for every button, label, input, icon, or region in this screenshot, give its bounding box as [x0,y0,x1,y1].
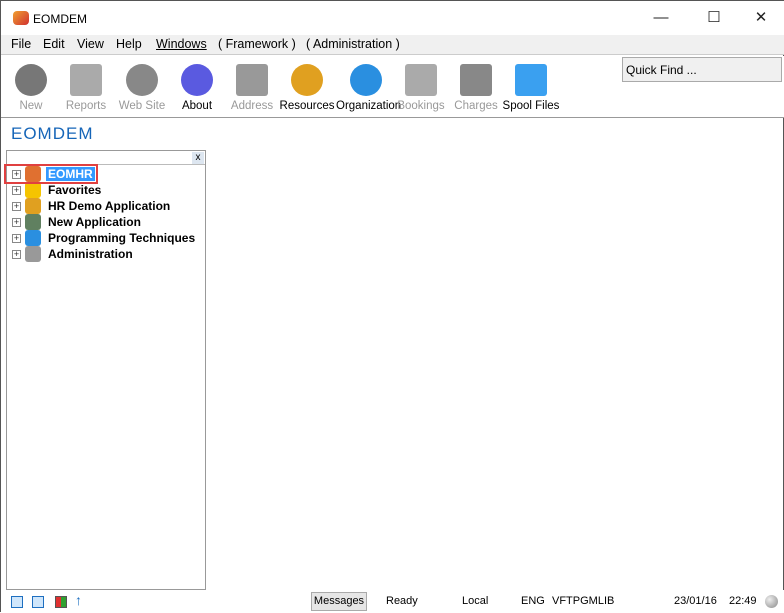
menu-bar: File Edit View Help Windows ( Framework … [1,35,784,55]
menu-help[interactable]: Help [116,37,142,51]
title-bar: EOMDEM — ☐ ✕ [1,1,784,35]
tree-node-label: Favorites [48,183,102,197]
expand-icon[interactable]: + [12,185,21,195]
status-ready: Ready [386,595,418,607]
panel-header [7,151,205,165]
menu-framework[interactable]: ( Framework ) [218,37,296,51]
toolbar-address-button[interactable]: Address [222,64,282,112]
toolbar-about-button[interactable]: About [167,64,227,112]
color-tiles-icon[interactable] [55,596,67,608]
tree-node-label: Programming Techniques [48,231,196,245]
gear-icon [350,64,382,96]
menu-view[interactable]: View [77,37,104,51]
gear-icon [25,230,41,246]
tree-node-label: HR Demo Application [48,199,171,213]
application-icon [25,214,41,230]
maximize-button[interactable]: ☐ [694,5,734,31]
toolbar-bookings-button[interactable]: Bookings [391,64,451,112]
globe-icon [126,64,158,96]
status-time: 22:49 [729,595,757,607]
toolbar-resources-button[interactable]: Resources [277,64,337,112]
menu-file[interactable]: File [11,37,31,51]
expand-icon[interactable]: + [12,249,21,259]
coins-icon [460,64,492,96]
window-title: EOMDEM [33,12,87,26]
toolbar-label: About [181,100,213,112]
envelope-icon [236,64,268,96]
document-icon [515,64,547,96]
toolbar-spool-files-button[interactable]: Spool Files [501,64,561,112]
expand-icon[interactable]: + [12,217,21,227]
gears-icon [25,246,41,262]
toolbar-label: Address [230,100,274,112]
operator-icon [291,64,323,96]
messages-button[interactable]: Messages [311,592,367,611]
toolbar-label: Reports [65,100,107,112]
expand-icon[interactable]: + [12,233,21,243]
app-icon [13,11,29,25]
status-location: Local [462,595,489,607]
minimize-button[interactable]: — [641,5,681,31]
quick-find-input[interactable]: Quick Find ... [622,57,782,82]
tree-node[interactable]: + HR Demo Application [12,198,172,214]
tree-view-icon[interactable] [11,596,23,608]
toolbar-label: Charges [454,100,498,112]
toolbar-charges-button[interactable]: Charges [446,64,506,112]
toolbar-label: Resources [279,100,335,112]
clock-document-icon [405,64,437,96]
toolbar-label: Spool Files [502,100,560,112]
about-gear-icon [181,64,213,96]
tree-node[interactable]: + Programming Techniques [12,230,197,246]
folder-icon [70,64,102,96]
selection-highlight [4,164,98,184]
menu-edit[interactable]: Edit [43,37,65,51]
toolbar-organization-button[interactable]: Organization [336,64,402,112]
toolbar-web-site-button[interactable]: Web Site [112,64,172,112]
menu-windows[interactable]: Windows [156,37,207,51]
toolbar-new-button[interactable]: New [1,64,61,112]
tree-node[interactable]: + New Application [12,214,143,230]
plus-circle-icon [15,64,47,96]
panel-close-button[interactable]: x [192,152,204,164]
tree-node[interactable]: + Administration [12,246,135,262]
sort-up-icon[interactable]: ↑ [75,592,87,608]
expand-icon[interactable]: + [12,201,21,211]
toolbar-reports-button[interactable]: Reports [56,64,116,112]
application-title: EOMDEM [11,124,94,143]
toolbar-label: Organization [336,100,402,112]
navigation-panel: x + EOMHR + Favorites + HR Demo Application + N… [6,150,206,590]
status-language: ENG [521,595,545,607]
star-icon [25,182,41,198]
grid-view-icon[interactable] [32,596,44,608]
person-icon [25,198,41,214]
toolbar-label: Web Site [118,100,166,112]
tree-node-label: New Application [48,215,141,229]
connection-status-icon [765,595,778,608]
toolbar-label: Bookings [397,100,445,112]
tree-node-label: Administration [48,247,133,261]
status-date: 23/01/16 [674,595,717,607]
status-bar: ↑ Messages Ready Local ENG VFTPGMLIB 23/… [1,590,784,613]
close-button[interactable]: ✕ [741,5,781,31]
status-library: VFTPGMLIB [552,595,615,607]
menu-administration[interactable]: ( Administration ) [306,37,400,51]
toolbar-label: New [19,100,43,112]
tree-node[interactable]: + Favorites [12,182,103,198]
